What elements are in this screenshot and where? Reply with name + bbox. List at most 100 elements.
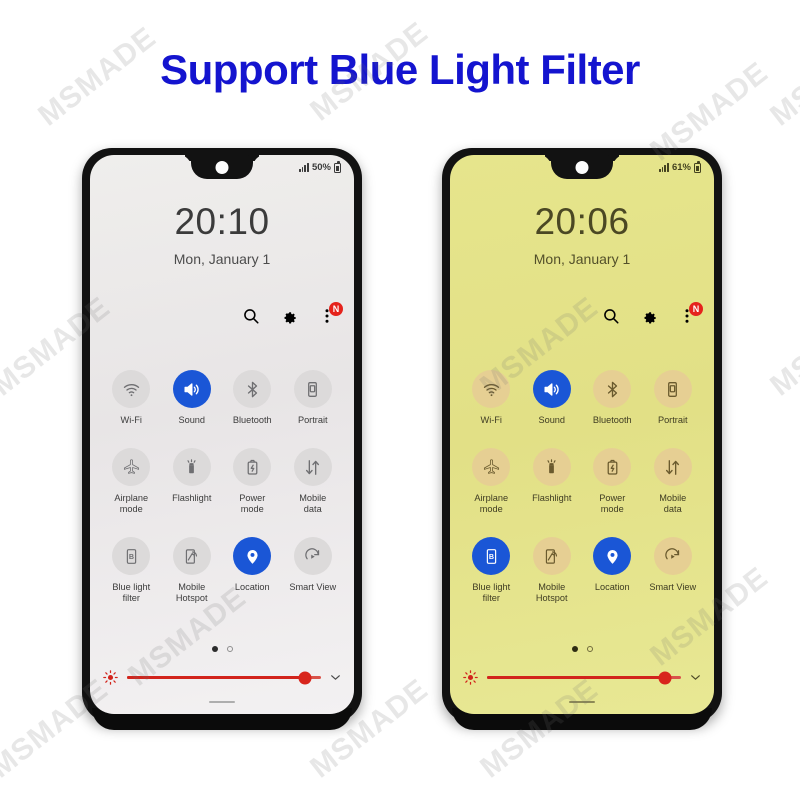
clock-time: 20:10 [174,201,270,242]
wifi-icon[interactable] [112,370,151,408]
notification-badge: N [329,302,343,316]
quick-toggle-smart-view[interactable]: Smart View [283,537,344,604]
wifi-icon[interactable] [472,370,511,408]
chevron-down-icon[interactable] [689,671,702,684]
svg-text:B: B [129,552,134,560]
tile-label-line: mode [240,504,264,514]
quick-toggle-label: Blue light filter [472,582,510,604]
brightness-track[interactable] [127,671,321,684]
tile-label-line: mode [479,504,503,514]
quick-toggle-mobile-hotspot[interactable]: Mobile Hotspot [162,537,223,604]
tile-label-line: Mobile [659,493,687,503]
quick-toggle-mobile-data[interactable]: Mobile data [643,448,704,515]
quick-toggle-wi-fi[interactable]: Wi-Fi [101,370,162,426]
page-dot[interactable] [226,646,233,652]
brightness-slider[interactable] [462,669,702,686]
tile-label-line: Flashlight [532,493,572,503]
quick-toggle-sound[interactable]: Sound [522,370,583,426]
more-options-icon[interactable]: N [318,302,343,325]
clock-time: 20:06 [534,201,630,242]
portrait-rotation-icon[interactable] [653,370,692,408]
quick-toggle-label: Airplane mode [474,493,508,515]
page-dot[interactable] [211,646,218,652]
battery-icon [334,160,341,173]
quick-toggle-power-mode[interactable]: Power mode [222,448,283,515]
smart-view-icon[interactable] [653,537,692,575]
clock-date: Mon, January 1 [173,251,271,267]
page-title: Support Blue Light Filter [160,46,640,93]
page-indicator [90,646,354,652]
quick-toggle-blue-light-filter[interactable]: B Blue light filter [101,537,162,604]
svg-text:B: B [489,552,494,560]
sound-icon[interactable] [172,370,211,408]
bluetooth-icon[interactable] [593,370,632,408]
page-dot[interactable] [586,646,593,652]
quick-toggle-power-mode[interactable]: Power mode [582,448,643,515]
quick-toggle-flashlight[interactable]: Flashlight [162,448,223,515]
location-pin-icon[interactable] [593,537,632,575]
location-pin-icon[interactable] [233,537,272,575]
quick-toggle-wi-fi[interactable]: Wi-Fi [461,370,522,426]
power-mode-icon[interactable] [593,448,632,486]
power-mode-icon[interactable] [233,448,272,486]
tile-label-line: Smart View [649,582,697,592]
quick-toggle-airplane-mode[interactable]: Airplane mode [101,448,162,515]
mobile-data-icon[interactable] [293,448,332,486]
quick-toggle-portrait[interactable]: Portrait [283,370,344,426]
quick-toggle-bluetooth[interactable]: Bluetooth [582,370,643,426]
more-options-icon[interactable]: N [678,302,703,325]
blue-light-filter-icon[interactable]: B [112,537,151,575]
quick-toggle-mobile-hotspot[interactable]: Mobile Hotspot [522,537,583,604]
hotspot-icon[interactable] [532,537,571,575]
quick-toggle-label: Wi-Fi [121,415,142,426]
gear-icon[interactable] [280,307,298,325]
quick-toggle-sound[interactable]: Sound [162,370,223,426]
tile-label-line: Airplane [114,493,149,503]
hotspot-icon[interactable] [172,537,211,575]
quick-toggle-smart-view[interactable]: Smart View [643,537,704,604]
smart-view-icon[interactable] [293,537,332,575]
airplane-icon[interactable] [112,448,151,486]
brightness-slider[interactable] [102,669,342,686]
quick-toggle-bluetooth[interactable]: Bluetooth [222,370,283,426]
mobile-data-icon[interactable] [653,448,692,486]
tile-label-line: Location [594,582,630,592]
airplane-icon[interactable] [472,448,511,486]
quick-toggle-label: Airplane mode [114,493,148,515]
quick-toggle-location[interactable]: Location [582,537,643,604]
flashlight-icon[interactable] [172,448,211,486]
sound-icon[interactable] [532,370,571,408]
clock-block: 20:06 Mon, January 1 [450,203,714,267]
phone-right: 61% 20:06 Mon, January 1 N Wi-Fi Sound Bluetoo… [442,148,722,730]
quick-toggle-location[interactable]: Location [222,537,283,604]
quick-toggle-label: Bluetooth [233,415,272,426]
brightness-knob[interactable] [658,671,672,684]
quick-toggle-flashlight[interactable]: Flashlight [522,448,583,515]
page-dot[interactable] [571,646,578,652]
quick-toggle-label: Location [235,582,270,593]
front-camera [215,161,229,174]
tile-label-line: Power [239,493,266,503]
blue-light-filter-icon[interactable]: B [472,537,511,575]
tile-label-line: Location [234,582,270,592]
tile-label-line: Hotspot [535,593,568,603]
portrait-rotation-icon[interactable] [293,370,332,408]
tile-label-line: Wi-Fi [480,415,502,425]
flashlight-icon[interactable] [532,448,571,486]
front-camera [575,161,589,174]
quick-toggle-mobile-data[interactable]: Mobile data [283,448,344,515]
quick-toggle-blue-light-filter[interactable]: B Blue light filter [461,537,522,604]
quick-toggle-portrait[interactable]: Portrait [643,370,704,426]
quick-toggle-label: Blue light filter [112,582,150,604]
quick-toggle-label: Power mode [239,493,265,515]
search-icon[interactable] [242,307,260,325]
search-icon[interactable] [602,307,620,325]
gear-icon[interactable] [640,307,658,325]
quick-toggle-label: Mobile data [659,493,686,515]
brightness-knob[interactable] [298,671,312,684]
bluetooth-icon[interactable] [233,370,272,408]
chevron-down-icon[interactable] [329,671,342,684]
quick-toggle-airplane-mode[interactable]: Airplane mode [461,448,522,515]
tile-label-line: Blue light [472,582,511,592]
brightness-track[interactable] [487,671,681,684]
